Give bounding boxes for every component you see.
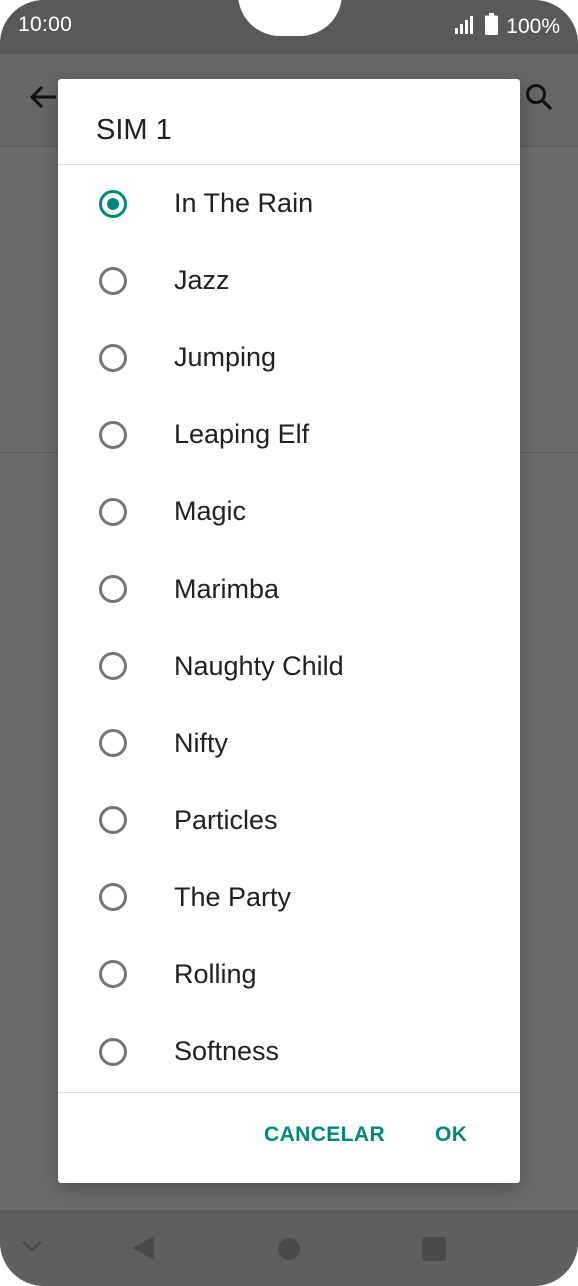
search-icon[interactable] [524,82,554,117]
ringtone-option[interactable]: Rolling [58,936,520,1013]
ringtone-option[interactable]: Softness [58,1013,520,1090]
radio-unchecked-icon[interactable] [99,420,127,449]
radio-unchecked-icon[interactable] [99,652,127,681]
camera-notch [238,0,342,36]
radio-unchecked-icon[interactable] [99,1037,127,1066]
status-icons: 100% [455,13,560,41]
ringtone-options-list: In The Rain Jazz Jumping Leaping Elf Magic Ma… [58,165,520,1090]
radio-unchecked-icon[interactable] [99,883,127,912]
ringtone-dialog: SIM 1 In The Rain Jazz Jumping Leaping Elf M… [58,79,520,1183]
ringtone-option-label: Nifty [174,727,228,758]
radio-unchecked-icon[interactable] [99,806,127,835]
ringtone-option-label: In The Rain [174,188,314,219]
phone-screen: 10:00 100% SIM 1 In The Rain Jazz Jumpin… [0,0,578,1286]
radio-checked-icon[interactable] [99,189,127,218]
ringtone-option-label: Naughty Child [174,650,344,681]
nav-back-icon[interactable] [130,1235,156,1266]
ringtone-option-label: Softness [174,1036,280,1067]
nav-recents-icon[interactable] [422,1237,446,1266]
ringtone-option[interactable]: Magic [58,473,520,550]
ok-button[interactable]: OK [435,1123,467,1147]
status-time: 10:00 [18,13,73,36]
radio-unchecked-icon[interactable] [99,575,127,604]
ringtone-option-label: Magic [174,496,247,527]
ringtone-option[interactable]: Jazz [58,242,520,319]
nav-home-icon[interactable] [277,1237,301,1266]
ringtone-option[interactable]: Jumping [58,319,520,396]
cancel-button[interactable]: CANCELAR [264,1123,385,1147]
navigation-bar [0,1210,578,1286]
chevron-down-icon[interactable] [20,1238,44,1259]
ringtone-option[interactable]: Naughty Child [58,628,520,705]
signal-icon [455,14,477,40]
battery-icon [485,13,499,41]
radio-unchecked-icon[interactable] [99,960,127,989]
battery-percent: 100% [506,15,560,38]
ringtone-option-label: Jazz [174,265,230,296]
radio-unchecked-icon[interactable] [99,729,127,758]
dialog-title: SIM 1 [96,114,172,146]
ringtone-option[interactable]: The Party [58,859,520,936]
ringtone-option[interactable]: Particles [58,782,520,859]
dialog-divider-bottom [58,1092,520,1093]
ringtone-option-label: Leaping Elf [174,419,310,450]
back-arrow-icon[interactable] [28,82,58,117]
radio-unchecked-icon[interactable] [99,497,127,526]
ringtone-option[interactable]: Leaping Elf [58,396,520,473]
status-bar: 10:00 100% [0,0,578,54]
ringtone-option[interactable]: Marimba [58,550,520,627]
ringtone-option-label: The Party [174,881,292,912]
ringtone-option[interactable]: In The Rain [58,165,520,242]
ringtone-option[interactable]: Nifty [58,705,520,782]
ringtone-option-label: Marimba [174,573,280,604]
ringtone-option-label: Particles [174,804,278,835]
radio-unchecked-icon[interactable] [99,343,127,372]
radio-unchecked-icon[interactable] [99,266,127,295]
ringtone-option-label: Rolling [174,958,257,989]
ringtone-option-label: Jumping [174,342,277,373]
